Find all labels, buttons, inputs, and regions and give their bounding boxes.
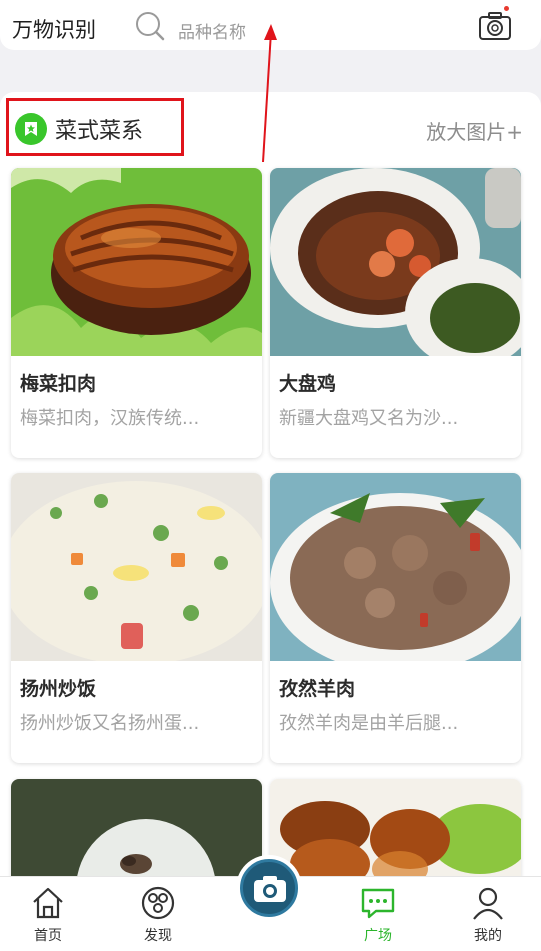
camera-icon[interactable] xyxy=(478,10,512,42)
dish-card[interactable]: 梅菜扣肉 梅菜扣肉，汉族传统... xyxy=(11,168,262,458)
nav-item-discover[interactable]: 发现 xyxy=(118,877,198,951)
nav-item-plaza[interactable]: 广场 xyxy=(338,877,418,951)
dish-title: 梅菜扣肉 xyxy=(20,373,97,395)
nav-label-home: 首页 xyxy=(34,928,62,944)
discover-icon xyxy=(141,886,175,920)
nav-label-plaza: 广场 xyxy=(364,928,392,944)
person-icon xyxy=(473,887,503,920)
nav-item-me[interactable]: 我的 xyxy=(448,877,528,951)
dish-description: 新疆大盘鸡又名为沙... xyxy=(279,408,459,429)
nav-item-home[interactable]: 首页 xyxy=(8,877,88,951)
home-icon xyxy=(33,887,63,919)
dish-image xyxy=(11,168,262,356)
annotation-arrow-icon xyxy=(262,24,277,163)
section-header[interactable]: 菜式菜系 xyxy=(6,98,184,156)
chat-icon xyxy=(361,888,395,919)
dish-card[interactable]: 扬州炒饭 扬州炒饭又名扬州蛋... xyxy=(11,473,262,763)
dish-description: 梅菜扣肉，汉族传统... xyxy=(20,408,200,429)
camera-capture-button[interactable] xyxy=(236,855,302,921)
dish-description: 孜然羊肉是由羊后腿... xyxy=(279,713,459,734)
nav-label-me: 我的 xyxy=(474,928,502,944)
dish-card[interactable]: 大盘鸡 新疆大盘鸡又名为沙... xyxy=(270,168,521,458)
dish-image xyxy=(11,473,262,661)
dish-image xyxy=(270,168,521,356)
section-title: 菜式菜系 xyxy=(55,119,144,144)
camera-button-ring xyxy=(240,859,298,917)
nav-label-discover: 发现 xyxy=(144,928,172,944)
dish-image xyxy=(270,473,521,661)
search-icon xyxy=(136,12,165,41)
dish-card[interactable]: 孜然羊肉 孜然羊肉是由羊后腿... xyxy=(270,473,521,763)
dish-description: 扬州炒饭又名扬州蛋... xyxy=(20,713,200,734)
notification-dot xyxy=(504,6,509,11)
search-input[interactable]: 品种名称 xyxy=(128,4,464,46)
dish-title: 扬州炒饭 xyxy=(20,678,97,700)
dish-title: 大盘鸡 xyxy=(279,373,337,395)
enlarge-images-link[interactable]: 放大图片+ xyxy=(426,116,523,145)
search-placeholder: 品种名称 xyxy=(178,23,246,43)
app-title: 万物识别 xyxy=(12,18,96,42)
badge-icon xyxy=(15,113,47,145)
camera-icon xyxy=(254,876,286,902)
dish-title: 孜然羊肉 xyxy=(279,678,356,700)
